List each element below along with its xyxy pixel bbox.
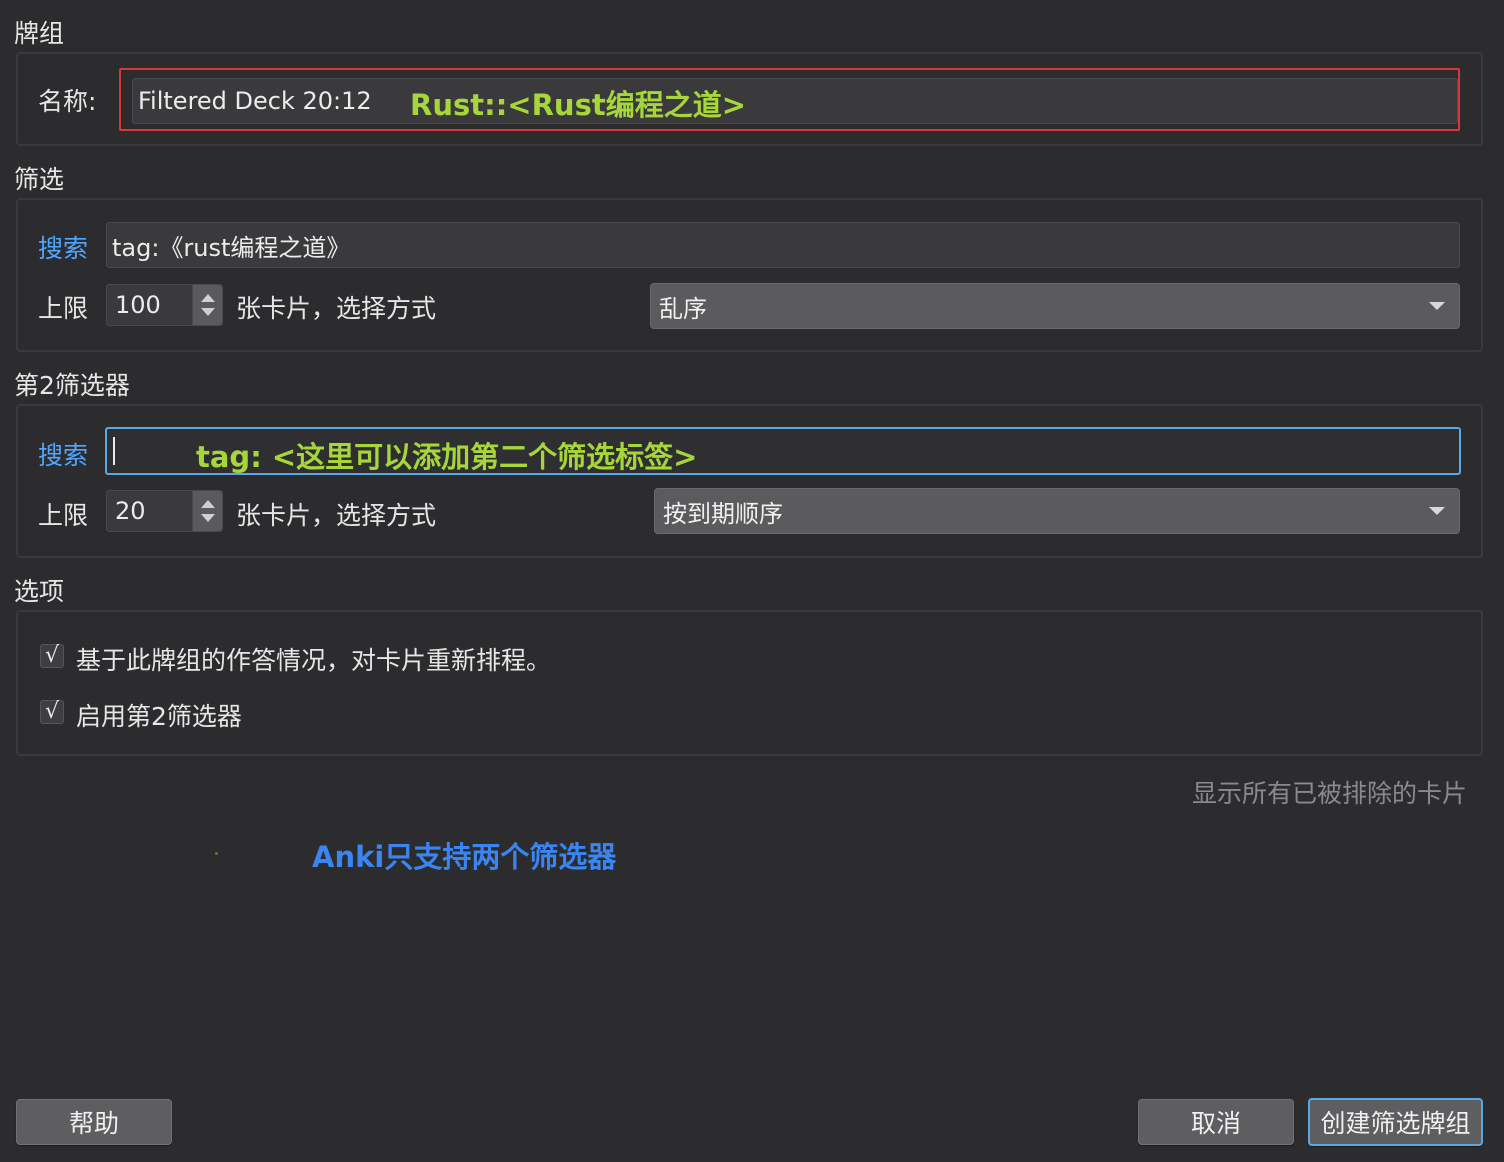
filter1-order-select[interactable]: 乱序 (650, 283, 1460, 329)
enable-second-filter-checkbox[interactable]: √ (40, 700, 64, 724)
filter2-order-select[interactable]: 按到期顺序 (654, 488, 1460, 534)
stepper-arrows-icon[interactable] (192, 285, 222, 325)
filter2-limit-label: 上限 (38, 501, 89, 530)
filter1-search-value: tag:《rust编程之道》 (112, 233, 351, 262)
name-label: 名称: (38, 87, 97, 116)
filter-group: 搜索 tag:《rust编程之道》 上限 100 张卡片，选择方式 乱序 (16, 198, 1483, 352)
filter1-limit-value: 100 (115, 291, 161, 319)
stray-dot (215, 852, 218, 855)
bottom-annotation: Anki只支持两个筛选器 (312, 840, 617, 874)
filter1-search-input[interactable]: tag:《rust编程之道》 (106, 222, 1460, 268)
filter2-search-label: 搜索 (38, 441, 89, 470)
filter2-group: 搜索 tag: <这里可以添加第二个筛选标签> 上限 20 张卡片，选择方式 按… (16, 404, 1483, 558)
enable-second-filter-label: 启用第2筛选器 (76, 702, 242, 731)
text-cursor (113, 437, 115, 465)
filtered-deck-dialog: 牌组 名称: Filtered Deck 20:12 Rust::<Rust编程… (0, 0, 1504, 1162)
filter1-order-value: 乱序 (659, 294, 707, 323)
chevron-down-icon (1429, 507, 1445, 515)
create-filtered-deck-button[interactable]: 创建筛选牌组 (1308, 1098, 1483, 1146)
filter1-limit-stepper[interactable]: 100 (106, 284, 223, 326)
filter2-order-value: 按到期顺序 (663, 499, 783, 528)
filter1-suffix: 张卡片，选择方式 (236, 294, 437, 323)
cancel-button[interactable]: 取消 (1138, 1099, 1294, 1145)
options-group: √ 基于此牌组的作答情况，对卡片重新排程。 √ 启用第2筛选器 (16, 610, 1483, 756)
section-title-options: 选项 (14, 577, 65, 606)
help-button[interactable]: 帮助 (16, 1099, 172, 1145)
stepper-arrows-icon[interactable] (192, 491, 222, 531)
reschedule-label: 基于此牌组的作答情况，对卡片重新排程。 (76, 646, 552, 675)
section-title-filter: 筛选 (14, 165, 65, 194)
filter2-limit-stepper[interactable]: 20 (106, 490, 223, 532)
filter2-suffix: 张卡片，选择方式 (236, 501, 437, 530)
show-excluded-link[interactable]: 显示所有已被排除的卡片 (1192, 774, 1467, 810)
chevron-down-icon (1429, 302, 1445, 310)
filter2-annotation: tag: <这里可以添加第二个筛选标签> (196, 440, 698, 474)
filter2-limit-value: 20 (115, 497, 146, 525)
filter1-search-label: 搜索 (38, 234, 89, 263)
section-title-filter2: 第2筛选器 (14, 371, 130, 400)
filter1-limit-label: 上限 (38, 294, 89, 323)
section-title-deck: 牌组 (14, 19, 65, 48)
highlight-box (119, 68, 1460, 131)
reschedule-checkbox[interactable]: √ (40, 644, 64, 668)
